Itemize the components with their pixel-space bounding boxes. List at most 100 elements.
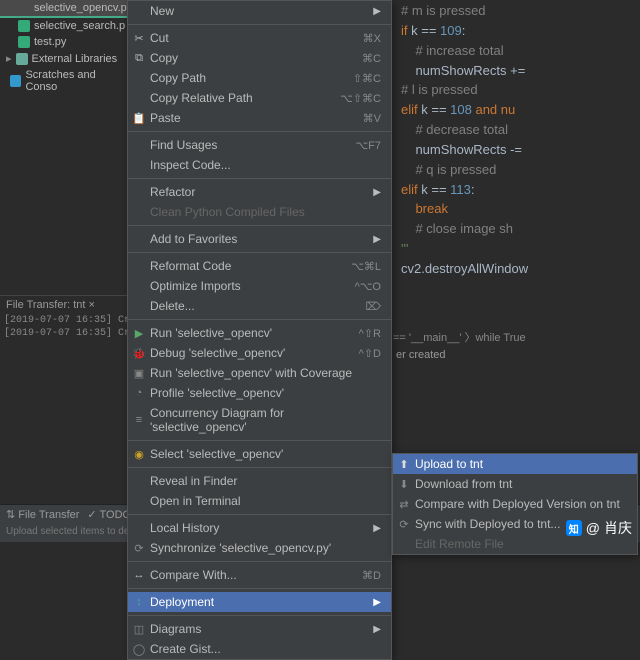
chevron-right-icon: ▶ [373, 187, 381, 198]
menu-separator [128, 252, 391, 253]
menu-select[interactable]: ◉Select 'selective_opencv' [128, 444, 391, 464]
menu-separator [128, 225, 391, 226]
menu-separator [128, 615, 391, 616]
debug-icon: 🐞 [132, 347, 146, 360]
file-label: test.py [34, 36, 66, 48]
menu-separator [128, 467, 391, 468]
submenu-download[interactable]: ⬇Download from tnt [393, 474, 637, 494]
tab-file-transfer[interactable]: ⇅ File Transfer [6, 508, 79, 521]
menu-create-gist[interactable]: ◯Create Gist... [128, 639, 391, 659]
zhihu-icon: 知 [566, 520, 582, 536]
scratches[interactable]: Scratches and Conso [0, 67, 130, 95]
menu-reformat[interactable]: Reformat Code⌥⌘L [128, 256, 391, 276]
shortcut: ⌘D [362, 569, 381, 582]
shortcut: ⌘X [363, 32, 381, 45]
file-tab-label: selective_opencv.py [34, 2, 132, 14]
breadcrumb[interactable]: == '__main__' 〉while True [393, 329, 526, 345]
menu-add-favorites[interactable]: Add to Favorites▶ [128, 229, 391, 249]
log-line: [2019-07-07 16:35] Creat [0, 327, 130, 340]
library-icon [16, 53, 28, 65]
compare-icon: ⇄ [397, 498, 411, 511]
menu-paste[interactable]: 📋Paste⌘V [128, 108, 391, 128]
menu-separator [128, 131, 391, 132]
menu-copy[interactable]: ⧉Copy⌘C [128, 48, 391, 68]
profile-icon: ◔ [132, 387, 146, 399]
menu-separator [128, 514, 391, 515]
menu-separator [128, 561, 391, 562]
menu-open-terminal[interactable]: Open in Terminal [128, 491, 391, 511]
menu-compare[interactable]: ↔Compare With...⌘D [128, 565, 391, 585]
shortcut: ^⇧R [359, 327, 381, 340]
shortcut: ⌥⇧⌘C [340, 92, 381, 105]
download-icon: ⬇ [397, 478, 411, 491]
menu-concurrency[interactable]: ≡Concurrency Diagram for 'selective_open… [128, 403, 391, 437]
chevron-right-icon: ▶ [373, 6, 381, 17]
watermark: 知@肖庆 [566, 518, 632, 538]
chevron-right-icon: ▶ [373, 234, 381, 245]
menu-separator [128, 319, 391, 320]
scratches-label: Scratches and Conso [25, 69, 126, 93]
submenu-compare[interactable]: ⇄Compare with Deployed Version on tnt [393, 494, 637, 514]
chevron-right-icon: ▶ [373, 523, 381, 534]
menu-find-usages[interactable]: Find Usages⌥F7 [128, 135, 391, 155]
menu-profile[interactable]: ◔Profile 'selective_opencv' [128, 383, 391, 403]
tab-todo[interactable]: ✓ TODO [87, 508, 131, 521]
menu-local-history[interactable]: Local History▶ [128, 518, 391, 538]
menu-separator [128, 588, 391, 589]
menu-deployment[interactable]: ↕Deployment▶ [128, 592, 391, 612]
menu-run[interactable]: ▶Run 'selective_opencv'^⇧R [128, 323, 391, 343]
shortcut: ⌘C [362, 52, 381, 65]
submenu-upload[interactable]: ⬆Upload to tnt [393, 454, 637, 474]
menu-refactor[interactable]: Refactor▶ [128, 182, 391, 202]
menu-separator [128, 24, 391, 25]
scratch-icon [10, 75, 21, 87]
shortcut: ⌘V [363, 112, 381, 125]
paste-icon: 📋 [132, 112, 146, 125]
compare-icon: ↔ [132, 569, 146, 581]
menu-separator [128, 440, 391, 441]
shortcut: ⇧⌘C [353, 72, 381, 85]
menu-copy-path[interactable]: Copy Path⇧⌘C [128, 68, 391, 88]
panel-tab[interactable]: File Transfer: tnt × [0, 295, 130, 314]
select-icon: ◉ [132, 448, 146, 461]
menu-diagrams[interactable]: ◫Diagrams▶ [128, 619, 391, 639]
coverage-icon: ▣ [132, 367, 146, 380]
menu-debug[interactable]: 🐞Debug 'selective_opencv'^⇧D [128, 343, 391, 363]
deployment-submenu: ⬆Upload to tnt ⬇Download from tnt ⇄Compa… [392, 453, 638, 555]
menu-inspect[interactable]: Inspect Code... [128, 155, 391, 175]
concurrency-icon: ≡ [132, 414, 146, 426]
menu-synchronize[interactable]: ⟳Synchronize 'selective_opencv.py' [128, 538, 391, 558]
tree-file[interactable]: selective_search.p [0, 18, 130, 34]
log-line: [2019-07-07 16:35] Creat [0, 314, 130, 327]
menu-reveal-finder[interactable]: Reveal in Finder [128, 471, 391, 491]
deployment-icon: ↕ [132, 596, 146, 608]
code-editor[interactable]: # m is pressed if k == 109: # increase t… [395, 0, 640, 280]
shortcut: ⌥F7 [355, 139, 381, 152]
run-icon: ▶ [132, 327, 146, 340]
upload-icon: ⬆ [397, 458, 411, 471]
external-libraries[interactable]: ▸External Libraries [0, 50, 130, 67]
shortcut: ^⌥O [355, 280, 381, 293]
menu-copy-rel-path[interactable]: Copy Relative Path⌥⇧⌘C [128, 88, 391, 108]
menu-cut[interactable]: ✂Cut⌘X [128, 28, 391, 48]
cut-icon: ✂ [132, 32, 146, 45]
menu-delete[interactable]: Delete...⌦ [128, 296, 391, 316]
python-icon [18, 36, 30, 48]
context-menu: New▶ ✂Cut⌘X ⧉Copy⌘C Copy Path⇧⌘C Copy Re… [127, 0, 392, 660]
sync-icon: ⟳ [397, 518, 411, 531]
project-tree: selective_opencv.py selective_search.p t… [0, 0, 130, 95]
copy-icon: ⧉ [132, 52, 146, 65]
diagram-icon: ◫ [132, 623, 146, 636]
chevron-right-icon: ▶ [373, 597, 381, 608]
file-tab[interactable]: selective_opencv.py [0, 0, 130, 18]
menu-optimize-imports[interactable]: Optimize Imports^⌥O [128, 276, 391, 296]
tree-file[interactable]: test.py [0, 34, 130, 50]
menu-run-coverage[interactable]: ▣Run 'selective_opencv' with Coverage [128, 363, 391, 383]
github-icon: ◯ [132, 643, 146, 656]
shortcut: ⌥⌘L [351, 260, 381, 273]
sync-icon: ⟳ [132, 542, 146, 555]
file-transfer-panel: File Transfer: tnt × [2019-07-07 16:35] … [0, 295, 130, 340]
shortcut: ⌦ [365, 300, 381, 313]
menu-new[interactable]: New▶ [128, 1, 391, 21]
menu-separator [128, 178, 391, 179]
